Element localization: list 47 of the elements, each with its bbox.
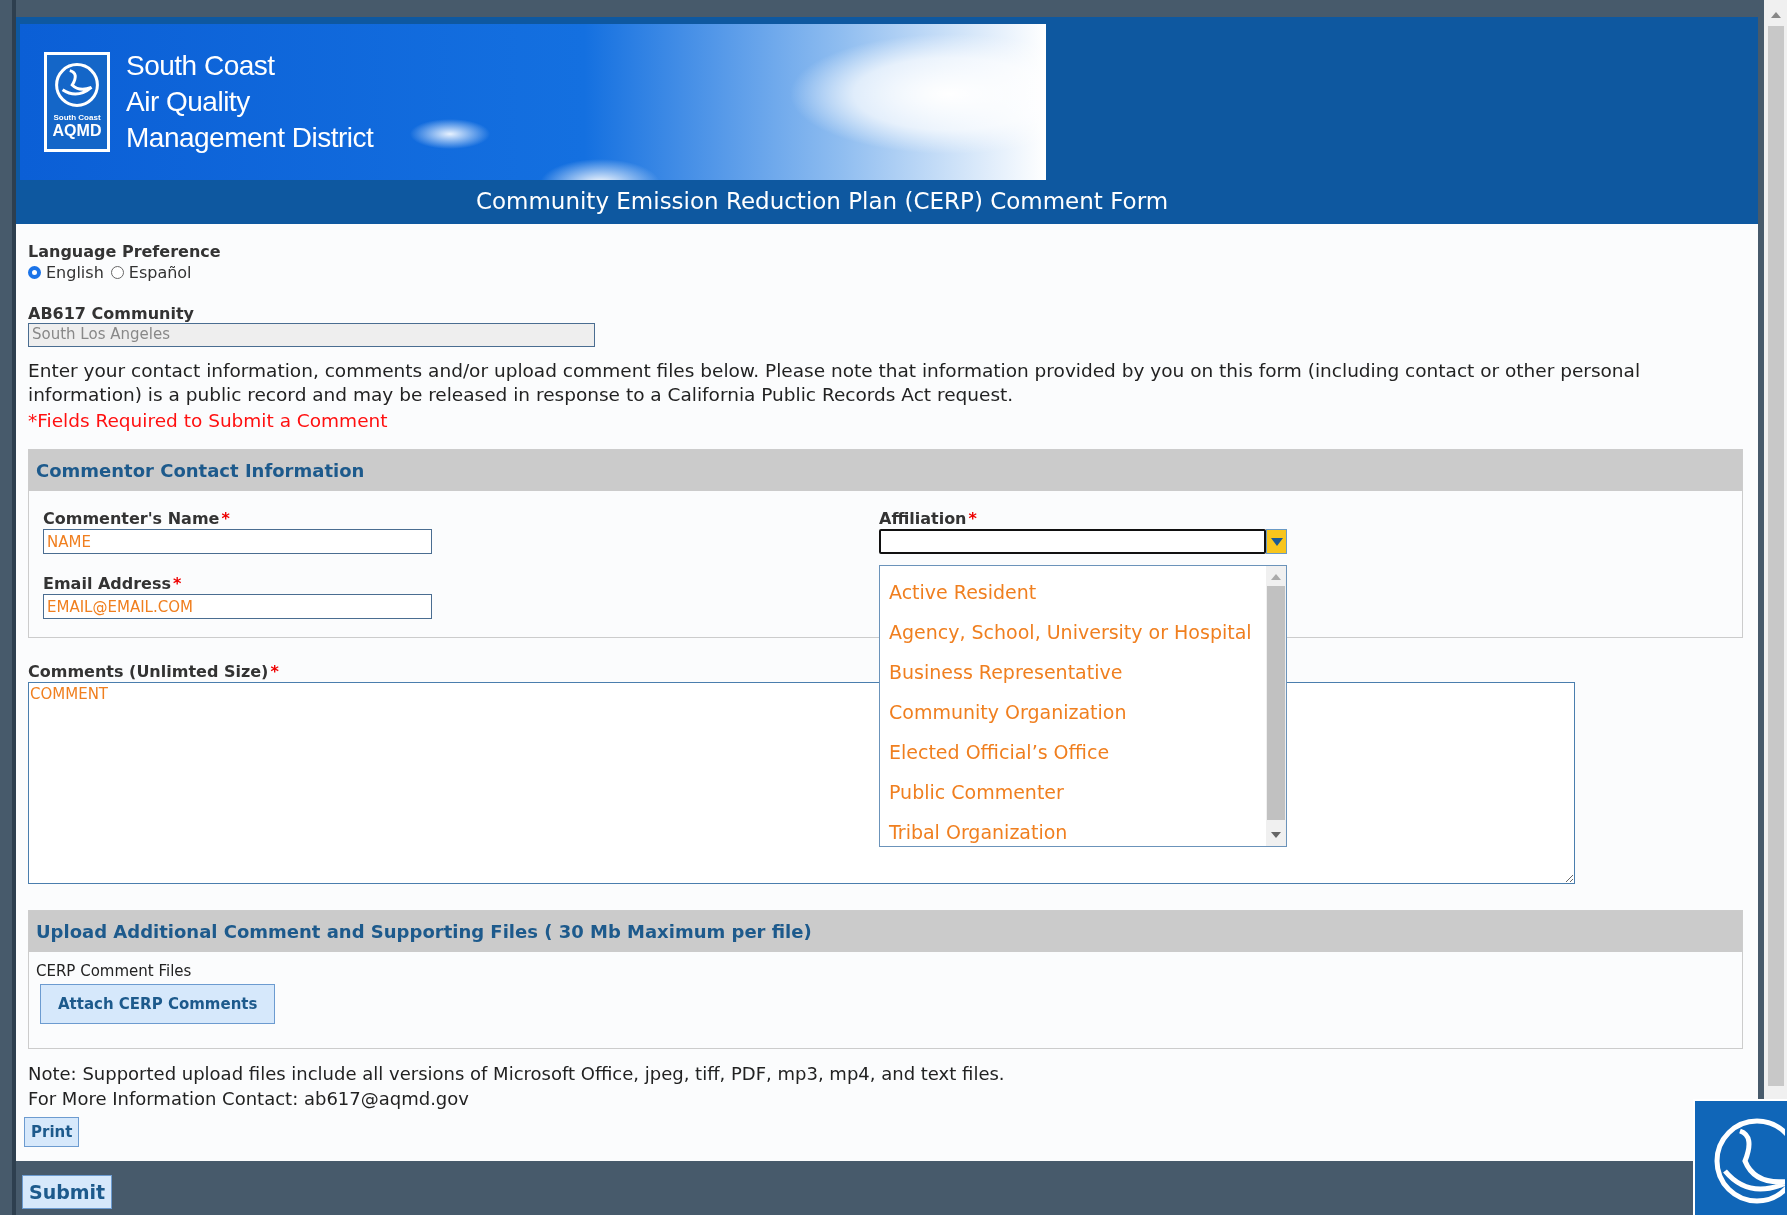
scroll-up-icon[interactable] [1770,12,1781,18]
logo-wordmark: AQMD [52,122,102,140]
field-label: CERP Comment Files [36,962,192,980]
submit-button[interactable]: Submit [22,1175,113,1209]
swirl-icon [53,61,101,109]
field-label: Affiliation [879,509,967,528]
field-label: Commenter's Name [43,509,220,528]
field-label: Language Preference [28,242,221,261]
required-note: *Fields Required to Submit a Comment [28,410,388,431]
list-scrollbar[interactable] [1266,566,1286,846]
section-header: Upload Additional Comment and Supporting Files ( 30 Mb Maximum per file) [29,911,1742,952]
community-field: South Los Angeles [28,323,595,347]
required-asterisk: * [221,509,230,528]
required-asterisk: * [173,574,182,593]
scroll-down-icon[interactable] [1271,832,1281,838]
name-field[interactable]: NAME [43,529,432,554]
dropdown-option[interactable]: Elected Official’s Office [889,732,1266,772]
required-asterisk: * [270,662,279,681]
dropdown-option[interactable]: Tribal Organization [889,812,1266,846]
required-asterisk: * [968,509,977,528]
dropdown-option[interactable]: Public Commenter [889,772,1266,812]
page-scrollbar[interactable] [1764,0,1787,1100]
intro-paragraph: Enter your contact information, comments and/or upload comment files below. Please note that information provided by you on this form (including contact or other personal information) is a public record and may be released in response to a California Public Records Act request. [28,359,1642,407]
radio-label: Español [128,263,192,282]
field-label: AB617 Community [28,304,194,323]
dropdown-button[interactable] [1266,529,1287,554]
email-field[interactable]: EMAIL@EMAIL.COM [43,594,432,619]
contact-text: For More Information Contact: ab617@aqmd.gov [28,1088,469,1109]
note-text: Note: Supported upload files include all versions of Microsoft Office, jpeg, tiff, PDF, mp3, mp4, and text files. [28,1063,1005,1084]
print-button[interactable]: Print [24,1117,80,1147]
dropdown-option[interactable]: Agency, School, University or Hospital [889,612,1266,652]
field-label: Email Address [43,574,171,593]
caret-icon [1270,537,1283,546]
logo-caption: South Coast [53,113,101,122]
org-name-line: Management District [126,121,374,155]
dropdown-option[interactable]: Active Resident [889,572,1266,612]
affiliation-dropdown[interactable] [879,529,1266,554]
org-name-line: Air Quality [126,85,251,119]
field-label: Comments (Unlimted Size) [28,662,269,681]
section-header: Commentor Contact Information [29,450,1742,491]
radio-button[interactable] [110,266,124,279]
radio-button[interactable] [28,266,41,279]
radio-label: English [46,263,104,282]
attach-button[interactable]: Attach CERP Comments [40,984,276,1024]
dropdown-option[interactable]: Community Organization [889,692,1266,732]
form-title: Community Emission Reduction Plan (CERP) Comment Form [474,187,1170,216]
org-name-line: South Coast [126,49,276,83]
